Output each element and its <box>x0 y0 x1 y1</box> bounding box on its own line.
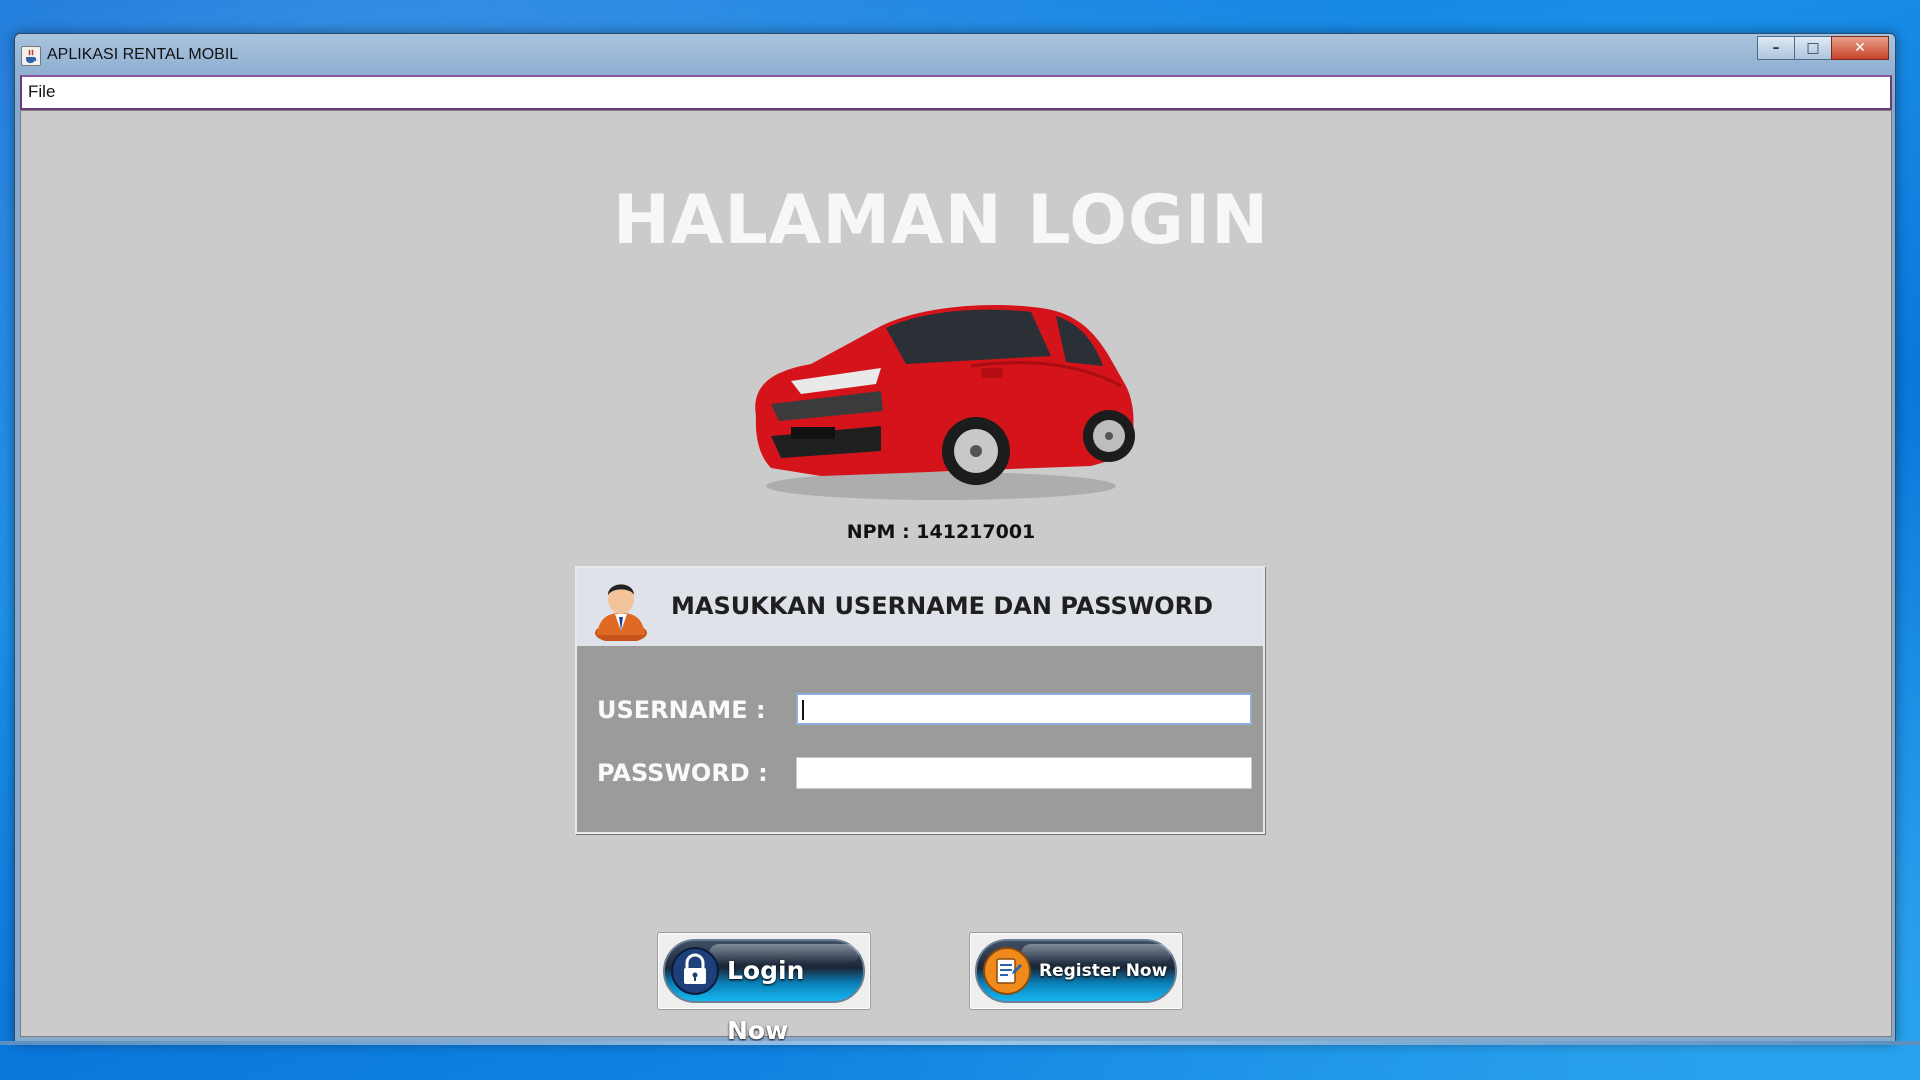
text-caret <box>802 700 804 720</box>
login-panel: MASUKKAN USERNAME DAN PASSWORD USERNAME … <box>575 566 1265 834</box>
window-title: APLIKASI RENTAL MOBIL <box>47 46 239 63</box>
password-field[interactable] <box>796 757 1252 789</box>
user-avatar-icon <box>595 584 647 641</box>
close-icon: ✕ <box>1854 40 1866 56</box>
app-window: APLIKASI RENTAL MOBIL – □ ✕ File HALAMAN… <box>14 33 1896 1045</box>
register-button[interactable]: Register Now <box>969 932 1183 1010</box>
minimize-icon: – <box>1772 40 1780 56</box>
register-form-icon <box>983 947 1031 995</box>
page-title: HALAMAN LOGIN <box>612 181 1270 260</box>
maximize-button[interactable]: □ <box>1794 36 1832 60</box>
npm-label: NPM : 141217001 <box>846 521 1036 543</box>
menu-file[interactable]: File <box>28 82 55 102</box>
username-field[interactable] <box>796 693 1252 725</box>
username-label: USERNAME : <box>597 696 766 724</box>
login-page: HALAMAN LOGIN NPM : 141217001 MASUKKAN U… <box>20 110 1892 1045</box>
minimize-button[interactable]: – <box>1757 36 1795 60</box>
login-button-pill: Login Now <box>663 939 865 1045</box>
window-bottom-edge <box>0 1041 1920 1045</box>
menu-bar: File <box>20 75 1892 110</box>
java-app-icon <box>21 46 41 66</box>
close-button[interactable]: ✕ <box>1831 36 1889 60</box>
car-image <box>755 305 1135 500</box>
window-controls: – □ ✕ <box>1757 36 1889 60</box>
login-panel-title: MASUKKAN USERNAME DAN PASSWORD <box>671 592 1214 620</box>
login-button-label: Login Now <box>727 956 805 1045</box>
maximize-icon: □ <box>1806 40 1820 56</box>
login-panel-header: MASUKKAN USERNAME DAN PASSWORD <box>577 568 1263 646</box>
register-button-pill: Register Now <box>975 939 1177 1003</box>
padlock-icon <box>671 947 719 995</box>
password-label: PASSWORD : <box>597 759 768 787</box>
title-bar[interactable]: APLIKASI RENTAL MOBIL – □ ✕ <box>15 34 1895 74</box>
register-button-label: Register Now <box>1039 961 1168 981</box>
login-button[interactable]: Login Now <box>657 932 871 1045</box>
